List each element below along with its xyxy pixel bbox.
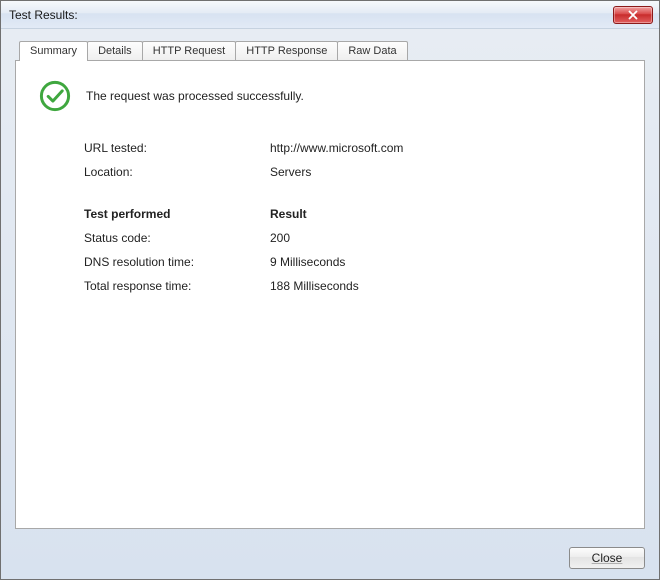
status-message: The request was processed successfully. [86, 89, 304, 103]
content-area: Summary Details HTTP Request HTTP Respon… [1, 29, 659, 539]
dialog-window: Test Results: Summary Details HTTP Reque… [0, 0, 660, 580]
tab-panel-summary: The request was processed successfully. … [15, 60, 645, 529]
row-url-tested: URL tested: http://www.microsoft.com [84, 141, 622, 155]
tab-raw-data[interactable]: Raw Data [337, 41, 407, 60]
header-test-performed: Test performed [84, 207, 270, 221]
results-header-row: Test performed Result [84, 207, 622, 221]
tab-strip: Summary Details HTTP Request HTTP Respon… [15, 41, 645, 60]
window-title: Test Results: [9, 8, 78, 22]
value-url-tested: http://www.microsoft.com [270, 141, 403, 155]
tab-details[interactable]: Details [87, 41, 143, 60]
value-status-code: 200 [270, 231, 290, 245]
row-location: Location: Servers [84, 165, 622, 179]
label-total-time: Total response time: [84, 279, 270, 293]
label-location: Location: [84, 165, 270, 179]
titlebar: Test Results: [1, 1, 659, 29]
row-dns-time: DNS resolution time: 9 Milliseconds [84, 255, 622, 269]
tab-summary[interactable]: Summary [19, 41, 88, 61]
label-url-tested: URL tested: [84, 141, 270, 155]
tab-http-response[interactable]: HTTP Response [235, 41, 338, 60]
value-total-time: 188 Milliseconds [270, 279, 359, 293]
dialog-footer: Close [1, 539, 659, 579]
row-status-code: Status code: 200 [84, 231, 622, 245]
value-location: Servers [270, 165, 311, 179]
window-close-button[interactable] [613, 6, 653, 24]
tab-http-request[interactable]: HTTP Request [142, 41, 237, 60]
header-result: Result [270, 207, 307, 221]
close-button[interactable]: Close [569, 547, 645, 569]
label-status-code: Status code: [84, 231, 270, 245]
success-check-icon [38, 79, 72, 113]
close-icon [628, 10, 638, 20]
value-dns-time: 9 Milliseconds [270, 255, 345, 269]
label-dns-time: DNS resolution time: [84, 255, 270, 269]
row-total-time: Total response time: 188 Milliseconds [84, 279, 622, 293]
status-row: The request was processed successfully. [38, 79, 622, 113]
info-section: URL tested: http://www.microsoft.com Loc… [38, 141, 622, 293]
